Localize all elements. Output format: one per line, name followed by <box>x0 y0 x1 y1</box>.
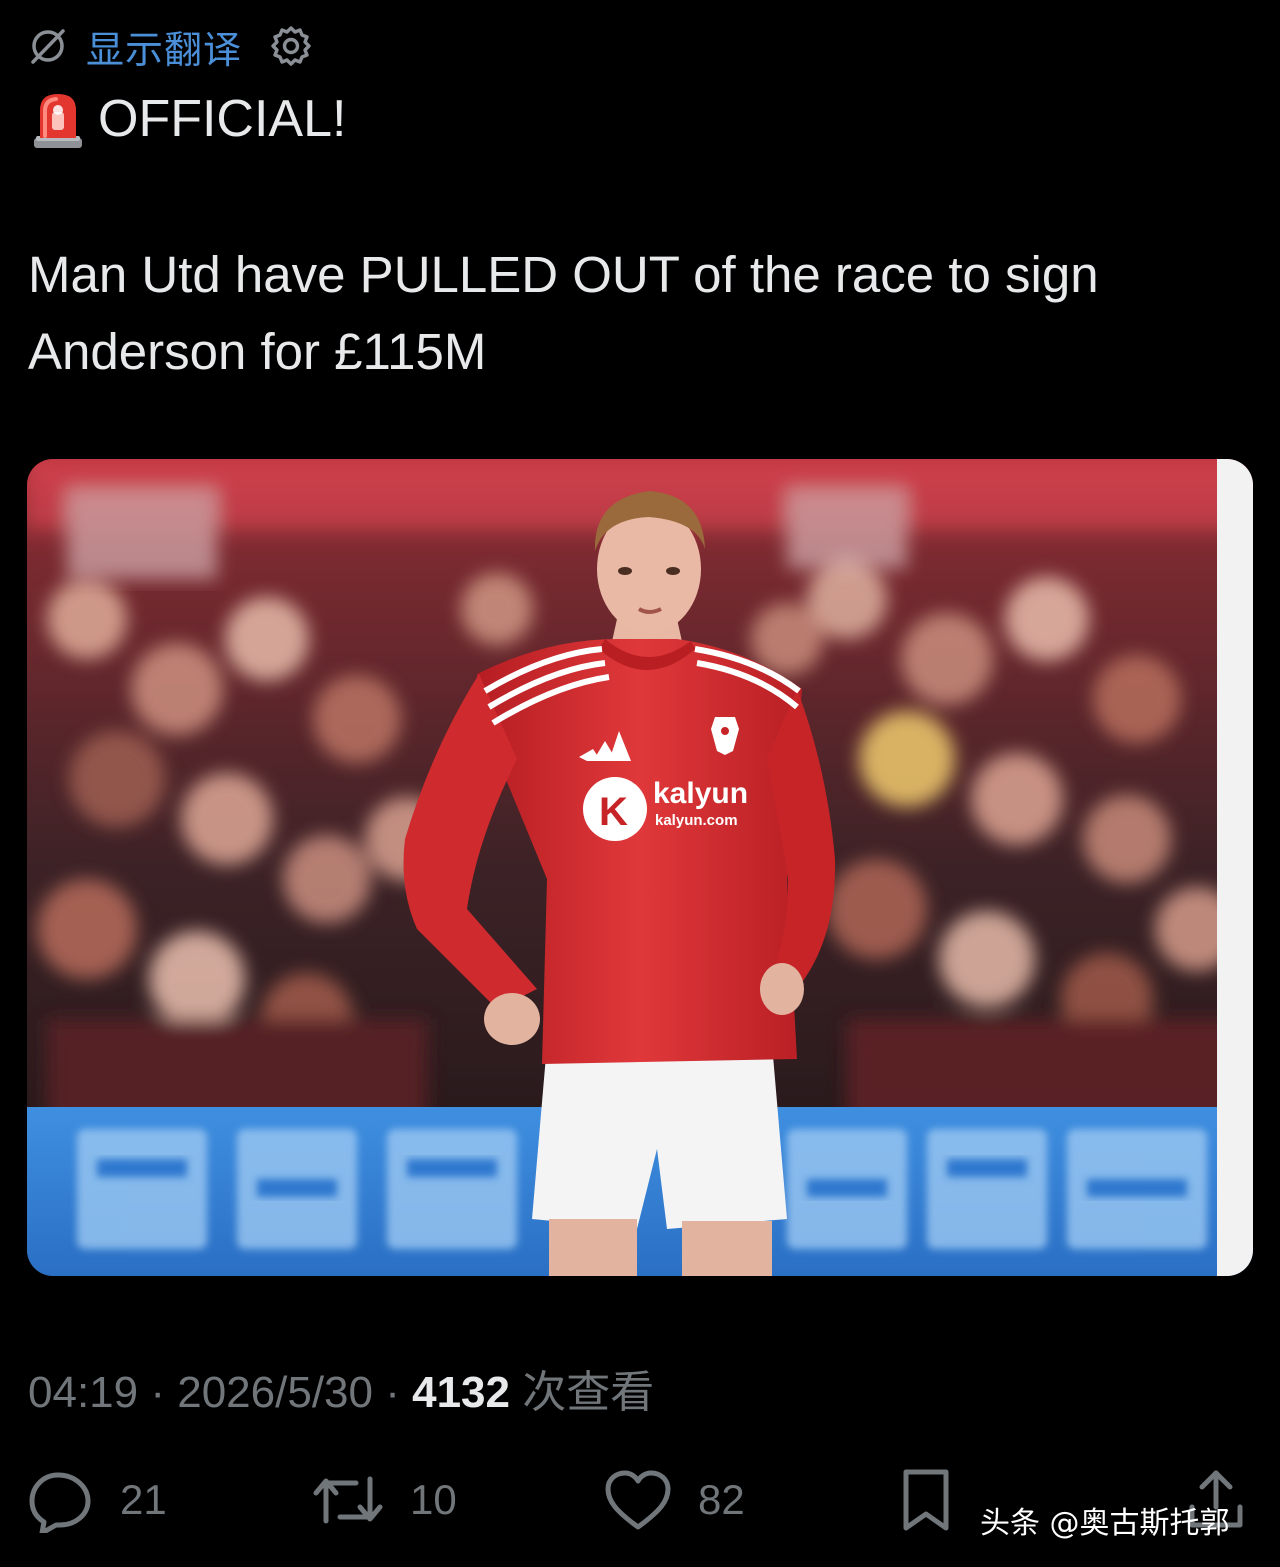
post-headline: OFFICIAL! <box>30 88 346 150</box>
views-label: 次查看 <box>522 1367 655 1418</box>
bookmark-icon <box>903 1469 949 1531</box>
svg-text:kalyun.com: kalyun.com <box>655 812 738 829</box>
watermark: 头条 @奥古斯托郭 <box>980 1506 1230 1541</box>
like-count: 82 <box>698 1476 745 1523</box>
reply-button[interactable]: 21 <box>28 1460 167 1540</box>
reply-icon <box>29 1472 91 1533</box>
post-body-line: Anderson for £115M <box>28 323 487 380</box>
repost-icon <box>313 1476 383 1524</box>
reply-count: 21 <box>120 1476 167 1523</box>
post-time: 04:19 <box>28 1368 139 1417</box>
gear-icon[interactable] <box>268 23 314 69</box>
post-image[interactable]: K kalyun kalyun.com <box>27 459 1253 1276</box>
separator: · <box>150 1368 165 1417</box>
post-body-line: Man Utd have PULLED OUT of the race to s… <box>28 246 1099 303</box>
police-siren-icon <box>34 94 82 148</box>
svg-text:K: K <box>599 790 628 834</box>
heart-icon <box>605 1470 671 1530</box>
show-translation-link[interactable]: 显示翻译 <box>86 19 242 74</box>
post-body: Man Utd have PULLED OUT of the race to s… <box>28 236 1248 390</box>
svg-text:kalyun: kalyun <box>653 777 748 810</box>
like-button[interactable]: 82 <box>604 1460 745 1540</box>
views-count: 4132 <box>412 1368 510 1417</box>
globe-off-icon <box>31 29 65 64</box>
bookmark-button[interactable] <box>898 1460 980 1540</box>
separator: · <box>385 1368 400 1417</box>
translate-row: 显示翻译 <box>28 20 314 72</box>
repost-count: 10 <box>410 1476 457 1523</box>
football-player-photo: K kalyun kalyun.com <box>27 459 1253 1276</box>
post-meta: 04:19 · 2026/5/30 · 4132 次查看 <box>28 1356 654 1420</box>
post-date: 2026/5/30 <box>177 1368 373 1417</box>
repost-button[interactable]: 10 <box>312 1460 457 1540</box>
headline-text: OFFICIAL! <box>98 90 347 148</box>
